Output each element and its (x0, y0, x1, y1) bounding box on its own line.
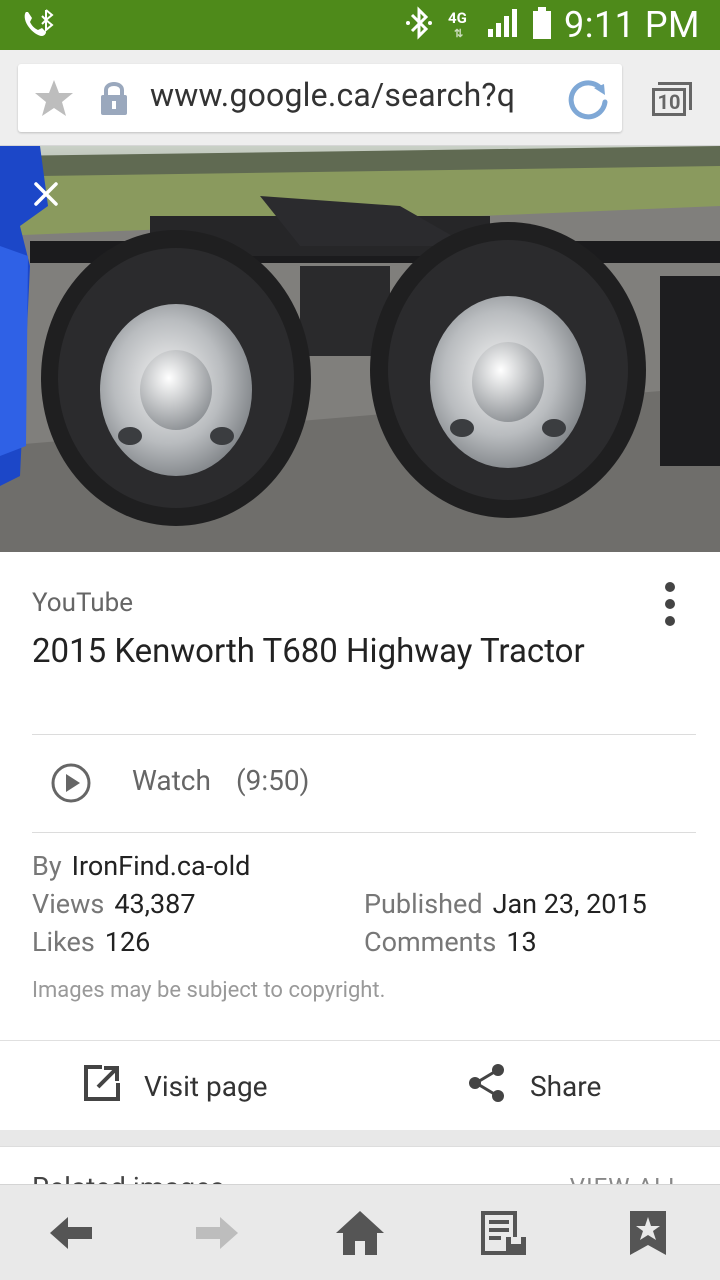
watch-button[interactable]: Watch (9:50) (32, 736, 696, 832)
likes-label: Likes (32, 926, 95, 958)
saved-pages-icon[interactable] (478, 1207, 530, 1259)
network-type-indicator: 4G ⇅ (448, 9, 467, 40)
copyright-notice: Images may be subject to copyright. (32, 978, 386, 1003)
more-options-icon[interactable] (660, 582, 680, 630)
home-icon[interactable] (334, 1207, 386, 1259)
lock-icon (98, 78, 130, 122)
by-label: By (32, 850, 62, 882)
preview-image[interactable] (0, 146, 720, 552)
bookmark-star-icon[interactable] (32, 78, 76, 122)
views-label: Views (32, 888, 105, 920)
published-value: Jan 23, 2015 (492, 888, 647, 920)
comments-label: Comments (364, 926, 497, 958)
status-bar: 4G ⇅ 9:11 PM (0, 0, 720, 50)
result-card: YouTube 2015 Kenworth T680 Highway Tract… (0, 552, 720, 1130)
back-arrow-icon[interactable] (46, 1207, 98, 1259)
bluetooth-icon (404, 6, 434, 44)
share-button[interactable]: Share (466, 1041, 601, 1131)
meta-likes: Likes 126 (32, 926, 150, 958)
share-label: Share (530, 1069, 602, 1103)
bookmarks-icon[interactable] (622, 1207, 674, 1259)
forward-arrow-icon[interactable] (190, 1207, 242, 1259)
published-label: Published (364, 888, 483, 920)
meta-by: By IronFind.ca-old (32, 850, 250, 882)
url-text[interactable]: www.google.ca/search?q (150, 76, 550, 114)
reload-icon[interactable] (564, 76, 612, 128)
tab-count: 10 (652, 88, 686, 116)
address-bar[interactable]: www.google.ca/search?q (18, 64, 622, 132)
visit-page-button[interactable]: Visit page (82, 1041, 268, 1131)
source-label: YouTube (32, 588, 133, 618)
meta-published: Published Jan 23, 2015 (364, 888, 647, 920)
tabs-button[interactable]: 10 (648, 80, 694, 120)
browser-toolbar: www.google.ca/search?q 10 (0, 50, 720, 146)
divider (32, 832, 696, 833)
video-duration: (9:50) (236, 764, 310, 797)
meta-views: Views 43,387 (32, 888, 196, 920)
likes-value: 126 (104, 926, 151, 958)
clock: 9:11 PM (564, 4, 700, 46)
visit-page-label: Visit page (144, 1069, 268, 1103)
action-bar: Visit page Share (0, 1040, 720, 1130)
phone-bluetooth-icon (20, 8, 56, 46)
open-external-icon (82, 1063, 122, 1110)
by-value: IronFind.ca-old (71, 850, 251, 882)
views-value: 43,387 (114, 888, 196, 920)
divider (32, 734, 696, 735)
share-icon (466, 1062, 508, 1111)
browser-bottom-nav (0, 1184, 720, 1280)
result-title[interactable]: 2015 Kenworth T680 Highway Tractor (32, 628, 652, 676)
meta-comments: Comments 13 (364, 926, 537, 958)
watch-label: Watch (132, 764, 211, 797)
signal-icon (486, 7, 520, 43)
comments-value: 13 (506, 926, 537, 958)
play-circle-icon (50, 762, 92, 804)
close-icon[interactable] (28, 176, 64, 212)
battery-icon (532, 6, 552, 44)
